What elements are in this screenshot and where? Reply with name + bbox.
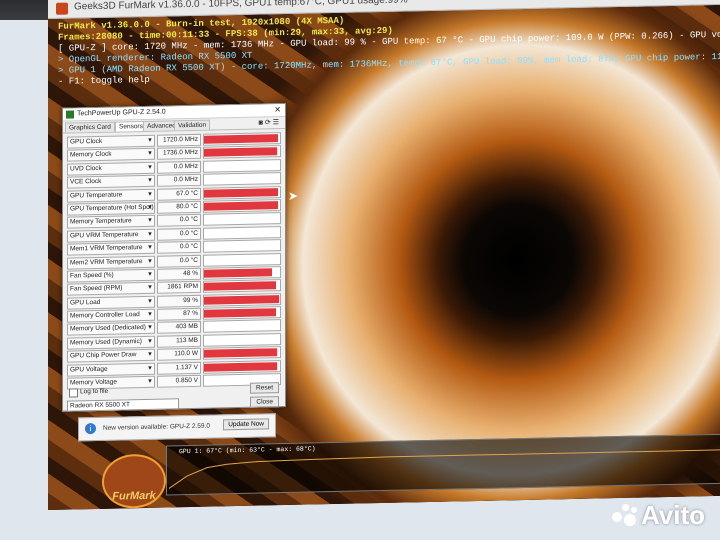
furmark-app-icon (56, 2, 68, 15)
sensor-value: 87 % (157, 307, 201, 321)
close-button[interactable]: Close (250, 396, 279, 408)
chevron-down-icon[interactable]: ▼ (147, 363, 153, 373)
chevron-down-icon[interactable]: ▼ (147, 203, 153, 213)
sensor-graph (203, 185, 281, 200)
sensor-value: 0.0 °C (157, 227, 201, 241)
chevron-down-icon[interactable]: ▼ (147, 243, 153, 253)
sensor-value: 0.0 MHz (157, 160, 201, 174)
sensor-value: 1861 RPM (157, 281, 201, 295)
sensor-value: 67.0 °C (157, 187, 201, 201)
sensor-graph-fill (204, 361, 277, 372)
sensor-value: 113 MB (157, 334, 201, 348)
chevron-down-icon[interactable]: ▼ (147, 136, 153, 146)
gpuz-app-icon (66, 110, 74, 119)
chevron-down-icon[interactable]: ▼ (147, 230, 153, 240)
sensor-graph (203, 266, 281, 280)
avito-text: Avito (641, 500, 706, 530)
sensor-graph (203, 158, 281, 173)
sensor-graph (203, 212, 281, 227)
sensor-graph (203, 172, 281, 186)
sensor-graph (203, 199, 281, 213)
sensor-graph-fill (204, 281, 277, 292)
mouse-pointer-icon: ➤ (288, 188, 299, 203)
refresh-icon[interactable]: ⟳ (265, 119, 273, 126)
sensor-graph (203, 225, 281, 240)
update-notification: i New version available: GPU-Z 2.59.0 Up… (78, 413, 276, 442)
chevron-down-icon[interactable]: ▼ (147, 149, 153, 159)
menu-icon[interactable]: ☰ (273, 119, 281, 126)
furmark-window-title: Geeks3D FurMark v1.36.0.0 - 10FPS, GPU1 … (74, 0, 408, 13)
chevron-down-icon[interactable]: ▼ (147, 270, 153, 280)
sensor-value: 110.0 W (157, 348, 201, 361)
chevron-down-icon[interactable]: ▼ (147, 283, 153, 293)
close-icon[interactable]: ✕ (274, 105, 281, 114)
sensor-graph (203, 252, 281, 267)
sensor-graph (203, 319, 281, 334)
gpu-select-dropdown[interactable]: Radeon RX 5500 XT (67, 398, 179, 412)
monitor-screen: Geeks3D FurMark v1.36.0.0 - 10FPS, GPU1 … (48, 0, 720, 511)
sensor-graph-fill (204, 147, 277, 158)
reset-button[interactable]: Reset (250, 382, 279, 394)
sensor-graph-fill (204, 268, 273, 278)
chevron-down-icon[interactable]: ▼ (147, 189, 153, 199)
chevron-down-icon[interactable]: ▼ (147, 337, 153, 347)
sensor-graph (203, 359, 281, 374)
log-to-file-checkbox[interactable] (69, 388, 78, 398)
sensor-graph (203, 239, 281, 253)
close-icon[interactable]: ✕ (700, 0, 710, 1)
sensor-value: 48 % (157, 267, 201, 281)
sensor-value: 99 % (157, 294, 201, 308)
sensor-value: 1720.0 MHz (157, 133, 201, 147)
toolbar-icons[interactable]: ◙⟳☰ (259, 118, 281, 126)
avito-logo-icon (612, 504, 638, 526)
sensor-graph (203, 346, 281, 361)
chevron-down-icon[interactable]: ▼ (147, 216, 153, 226)
sensor-value: 403 MB (157, 321, 201, 335)
sensor-value: 0.850 V (157, 374, 201, 388)
gpu-select-value: Radeon RX 5500 XT (70, 401, 130, 410)
sensor-graph (203, 332, 281, 347)
sensor-value: 0.0 °C (157, 254, 201, 268)
temperature-line (168, 449, 720, 489)
sensor-graph (203, 292, 281, 307)
sensor-graph-fill (204, 308, 277, 318)
update-message: New version available: GPU-Z 2.59.0 (103, 422, 210, 432)
chevron-down-icon[interactable]: ▼ (147, 323, 153, 333)
chevron-down-icon[interactable]: ▼ (147, 256, 153, 266)
chevron-down-icon[interactable]: ▼ (147, 350, 153, 360)
update-now-button[interactable]: Update Now (223, 418, 269, 431)
log-to-file-label: Log to file (80, 387, 109, 396)
tab-validation[interactable]: Validation (174, 119, 211, 131)
chevron-down-icon[interactable]: ▼ (147, 296, 153, 306)
gpuz-window: TechPowerUp GPU-Z 2.54.0 ✕ Graphics Card… (62, 103, 286, 412)
sensor-graph-fill (204, 134, 279, 144)
sensor-graph-fill (204, 348, 277, 358)
sensor-graph-fill (204, 201, 278, 211)
sensor-value: 1736.0 MHz (157, 147, 201, 161)
sensor-graph-fill (204, 294, 280, 305)
sensor-value: 80.0 °C (157, 200, 201, 214)
avito-watermark: Avito (612, 500, 705, 531)
chevron-down-icon[interactable]: ▼ (147, 310, 153, 320)
sensor-value: 0.0 MHz (157, 173, 201, 187)
info-icon: i (85, 422, 96, 435)
sensor-graph-fill (204, 187, 278, 198)
sensor-value: 0.0 °C (157, 240, 201, 254)
sensor-graph (203, 132, 281, 146)
chevron-down-icon[interactable]: ▼ (147, 163, 153, 173)
tab-graphics-card[interactable]: Graphics Card (65, 121, 115, 133)
chevron-down-icon[interactable]: ▼ (147, 176, 153, 186)
gpuz-title: TechPowerUp GPU-Z 2.54.0 (77, 108, 166, 118)
sensor-graph (203, 145, 281, 160)
sensor-value: 0.0 °C (157, 214, 201, 228)
chevron-down-icon[interactable]: ▼ (147, 377, 153, 387)
sensor-list: GPU Clock ▼ 1720.0 MHz Memory Clock ▼ 1736.0 … (67, 131, 281, 390)
sensor-graph (203, 279, 281, 294)
sensor-value: 1.137 V (157, 361, 201, 375)
furmark-logo-text: FurMark (112, 489, 156, 503)
sensor-graph (203, 306, 281, 320)
temperature-line-plot (168, 449, 720, 489)
